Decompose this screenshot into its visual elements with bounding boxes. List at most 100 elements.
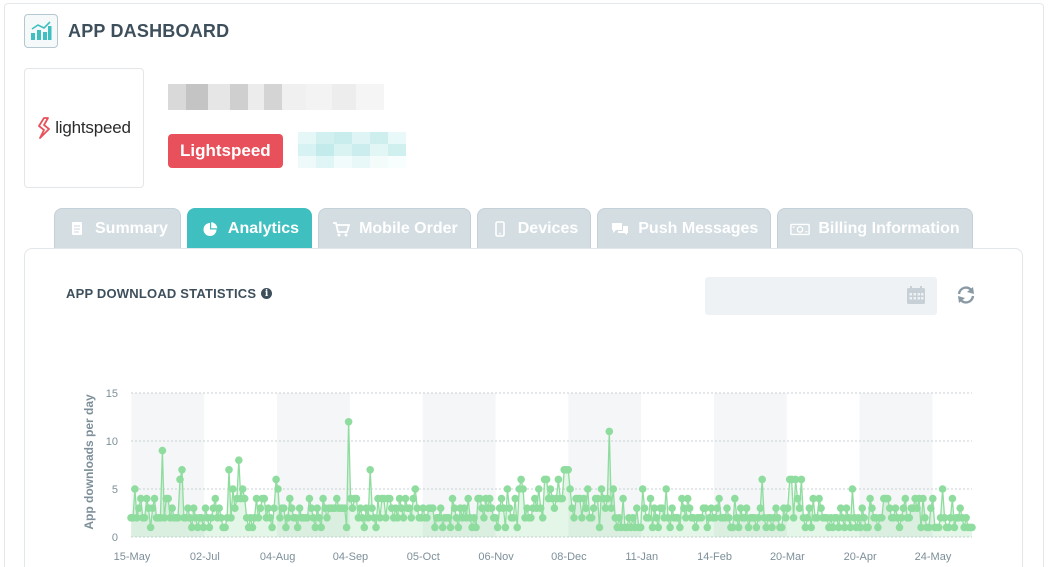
data-point[interactable] <box>158 446 167 455</box>
data-point[interactable] <box>662 485 670 493</box>
data-point[interactable] <box>342 523 351 532</box>
data-point[interactable] <box>464 494 473 503</box>
data-point[interactable] <box>866 494 874 503</box>
data-point[interactable] <box>597 485 606 493</box>
data-point[interactable] <box>676 523 684 532</box>
data-point[interactable] <box>899 504 908 512</box>
data-point[interactable] <box>807 523 815 532</box>
data-point[interactable] <box>878 514 886 522</box>
data-point[interactable] <box>758 475 766 484</box>
data-point[interactable] <box>480 514 488 522</box>
data-point[interactable] <box>636 523 645 532</box>
tab-summary[interactable]: Summary <box>54 208 181 248</box>
data-point[interactable] <box>929 494 937 503</box>
data-point[interactable] <box>683 494 692 503</box>
data-point[interactable] <box>352 494 361 503</box>
data-point[interactable] <box>140 514 149 522</box>
data-point[interactable] <box>454 523 463 532</box>
data-point[interactable] <box>744 523 753 532</box>
data-point[interactable] <box>629 514 637 522</box>
data-point[interactable] <box>505 504 514 512</box>
data-point[interactable] <box>619 494 627 503</box>
data-point[interactable] <box>868 504 876 512</box>
data-point[interactable] <box>725 514 733 522</box>
data-point[interactable] <box>674 514 682 522</box>
data-point[interactable] <box>905 514 914 522</box>
data-point[interactable] <box>501 523 510 532</box>
data-point[interactable] <box>803 514 812 522</box>
data-point[interactable] <box>487 504 496 512</box>
data-point[interactable] <box>535 485 543 493</box>
data-point[interactable] <box>178 466 186 474</box>
tab-devices[interactable]: Devices <box>476 208 592 248</box>
data-point[interactable] <box>340 504 349 512</box>
data-point[interactable] <box>817 504 825 512</box>
calendar-icon[interactable] <box>906 285 926 305</box>
data-point[interactable] <box>472 523 480 532</box>
data-point[interactable] <box>344 418 353 426</box>
data-point[interactable] <box>372 523 380 532</box>
data-point[interactable] <box>860 514 868 522</box>
data-point[interactable] <box>527 514 535 522</box>
data-point[interactable] <box>962 514 970 522</box>
data-point[interactable] <box>201 504 210 512</box>
data-point[interactable] <box>286 494 294 503</box>
data-point[interactable] <box>485 494 494 503</box>
data-point[interactable] <box>131 485 139 493</box>
data-point[interactable] <box>789 514 798 522</box>
data-point[interactable] <box>638 485 647 493</box>
data-point[interactable] <box>168 504 176 512</box>
data-point[interactable] <box>509 514 518 522</box>
data-point[interactable] <box>531 494 539 503</box>
data-point[interactable] <box>842 504 851 512</box>
data-point[interactable] <box>795 504 804 512</box>
data-point[interactable] <box>895 523 904 532</box>
data-point[interactable] <box>270 504 278 512</box>
data-point[interactable] <box>448 494 457 503</box>
data-point[interactable] <box>723 504 731 512</box>
data-point[interactable] <box>570 514 578 522</box>
data-point[interactable] <box>319 494 327 503</box>
data-point[interactable] <box>282 523 290 532</box>
data-point[interactable] <box>240 494 249 503</box>
data-point[interactable] <box>934 523 943 532</box>
data-point[interactable] <box>497 494 506 503</box>
data-point[interactable] <box>519 485 527 493</box>
data-point[interactable] <box>231 504 239 512</box>
data-point[interactable] <box>401 494 410 503</box>
data-point[interactable] <box>703 523 712 532</box>
data-point[interactable] <box>864 523 872 532</box>
data-point[interactable] <box>691 523 700 532</box>
data-point[interactable] <box>446 523 455 532</box>
data-point[interactable] <box>333 494 341 503</box>
data-point[interactable] <box>564 466 572 474</box>
data-point[interactable] <box>146 523 155 532</box>
data-point[interactable] <box>550 504 559 512</box>
data-point[interactable] <box>589 504 598 512</box>
data-point[interactable] <box>227 514 235 522</box>
data-point[interactable] <box>756 504 765 512</box>
data-point[interactable] <box>778 523 786 532</box>
data-point[interactable] <box>215 504 223 512</box>
data-point[interactable] <box>697 514 706 522</box>
data-point[interactable] <box>399 514 408 522</box>
data-point[interactable] <box>633 504 641 512</box>
data-point[interactable] <box>470 514 478 522</box>
data-point[interactable] <box>652 514 661 522</box>
data-point[interactable] <box>348 504 357 512</box>
data-point[interactable] <box>360 523 369 532</box>
data-point[interactable] <box>386 494 394 503</box>
data-point[interactable] <box>558 494 567 503</box>
data-point[interactable] <box>511 494 519 503</box>
data-point[interactable] <box>405 504 414 512</box>
refresh-icon[interactable] <box>955 284 977 306</box>
data-point[interactable] <box>268 523 276 532</box>
data-point[interactable] <box>685 504 694 512</box>
data-point[interactable] <box>938 485 947 493</box>
data-point[interactable] <box>164 494 172 503</box>
info-icon[interactable]: i <box>261 288 273 299</box>
data-point[interactable] <box>640 504 649 512</box>
date-range-input[interactable] <box>705 277 937 315</box>
data-point[interactable] <box>901 494 910 503</box>
data-point[interactable] <box>225 466 233 474</box>
